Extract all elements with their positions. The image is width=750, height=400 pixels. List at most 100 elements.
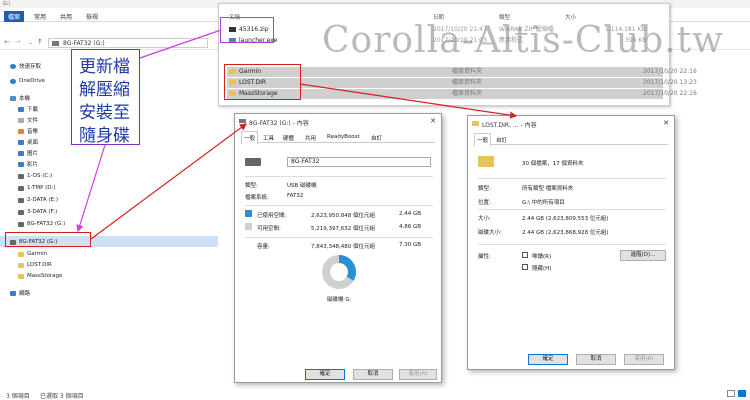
nav-item-drive-e[interactable]: 2-DATA (E:) xyxy=(18,197,58,203)
divider xyxy=(245,205,433,206)
used-space-bytes: 2,623,950,848 個位元組 xyxy=(311,213,375,219)
nav-item-pictures[interactable]: 圖片 xyxy=(18,149,38,157)
usage-donut-chart xyxy=(322,255,356,289)
tab-tools[interactable]: 工具 xyxy=(263,134,274,142)
tab-sharing[interactable]: 共用 xyxy=(305,134,316,142)
readonly-label: 唯讀(R) xyxy=(532,254,552,260)
tab-general[interactable]: 一般 xyxy=(474,133,492,146)
download-icon xyxy=(18,106,24,112)
cancel-button[interactable]: 取消 xyxy=(353,369,393,380)
free-space-swatch xyxy=(245,223,252,230)
network-icon xyxy=(10,290,16,296)
ribbon-tab-file[interactable]: 檔案 xyxy=(4,11,25,22)
tab-customize[interactable]: 自訂 xyxy=(496,136,507,144)
up-arrow-icon[interactable]: ↑ xyxy=(37,38,43,46)
drive-icon xyxy=(18,209,24,215)
drive-icon xyxy=(18,173,24,179)
divider xyxy=(478,244,666,245)
desktop-icon xyxy=(18,139,24,145)
window-path-title: G:\ xyxy=(3,1,11,7)
close-icon[interactable]: ✕ xyxy=(663,119,669,127)
tab-customize[interactable]: 自訂 xyxy=(371,134,382,142)
nav-item-drive-f[interactable]: 3-DATA (F:) xyxy=(18,209,57,215)
video-icon xyxy=(18,161,24,167)
location-value: G:\ 中的所有項目 xyxy=(522,200,565,206)
back-arrow-icon[interactable]: ← xyxy=(4,38,10,46)
highlight-box-usb-drive xyxy=(5,232,91,247)
usb-drive-icon xyxy=(239,119,246,123)
annotation-line: 解壓縮 xyxy=(79,80,130,100)
annotation-note: 更新檔 解壓縮 安裝至 隨身碟 xyxy=(71,49,140,146)
used-space-label: 已使用空間: xyxy=(257,213,287,219)
nav-item-desktop[interactable]: 桌面 xyxy=(18,138,38,146)
address-path: 8G-FAT32 (G:) xyxy=(63,40,105,47)
drive-icon xyxy=(18,197,24,203)
nav-item-music[interactable]: 音樂 xyxy=(18,127,38,135)
tab-general[interactable]: 一般 xyxy=(241,131,259,144)
highlight-box-zip-files xyxy=(220,17,274,43)
hidden-checkbox[interactable] xyxy=(522,264,528,270)
nav-item-network[interactable]: 網路 xyxy=(10,289,30,297)
nav-item-garmin[interactable]: Garmin xyxy=(18,251,47,257)
drive-name-input[interactable]: 8G-FAT32 xyxy=(287,157,431,167)
dialog-tabs: 一般 自訂 xyxy=(474,133,668,146)
nav-item-downloads[interactable]: 下載 xyxy=(18,105,38,113)
drive-letter-label: 磁碟機 G: xyxy=(327,297,352,303)
close-icon[interactable]: ✕ xyxy=(430,117,436,125)
folder-properties-dialog: LOST.DIR, ... - 內容 ✕ 一般 自訂 30 個檔案，17 個資料… xyxy=(467,115,675,370)
type-label: 類型: xyxy=(245,183,258,189)
status-item-count: 3 個項目 xyxy=(6,393,30,400)
chevron-down-icon[interactable]: ⌄ xyxy=(28,39,33,46)
capacity-gb: 7.30 GB xyxy=(399,242,422,248)
details-view-icon[interactable] xyxy=(727,390,735,397)
star-icon xyxy=(10,63,16,69)
type-value: USB 磁碟機 xyxy=(287,183,317,189)
filesystem-value: FAT32 xyxy=(287,193,304,199)
apply-button[interactable]: 套用(A) xyxy=(399,369,437,380)
capacity-bytes: 7,843,348,480 個位元組 xyxy=(311,244,375,250)
divider xyxy=(478,178,666,179)
dialog-tabs: 一般 工具 硬體 共用 ReadyBoost 自訂 xyxy=(241,131,435,144)
size-label: 大小: xyxy=(478,216,491,222)
nav-item-onedrive[interactable]: OneDrive xyxy=(10,78,45,84)
readonly-checkbox[interactable] xyxy=(522,252,528,258)
nav-item-drive-c[interactable]: 1-OS (C:) xyxy=(18,173,52,179)
free-space-label: 可用空間: xyxy=(257,226,281,232)
forward-arrow-icon[interactable]: → xyxy=(15,38,21,46)
hidden-label: 隱藏(H) xyxy=(532,266,552,272)
nav-item-quick-access[interactable]: 快速存取 xyxy=(10,62,41,70)
nav-item-videos[interactable]: 影片 xyxy=(18,160,38,168)
free-space-gb: 4.86 GB xyxy=(399,224,422,230)
type-label: 類型: xyxy=(478,186,491,192)
nav-item-massstorage[interactable]: MassStorage xyxy=(18,273,62,279)
tiles-view-icon[interactable] xyxy=(738,390,746,397)
advanced-button[interactable]: 進階(D)... xyxy=(620,250,666,261)
ribbon-tab-share[interactable]: 共用 xyxy=(60,12,72,21)
folder-icon xyxy=(18,251,24,257)
ok-button[interactable]: 確定 xyxy=(528,354,568,365)
tab-readyboost[interactable]: ReadyBoost xyxy=(327,134,360,140)
document-icon xyxy=(18,117,24,123)
drive-large-icon xyxy=(245,158,261,166)
cloud-icon xyxy=(10,78,16,84)
dialog-title: 8G-FAT32 (G:) - 內容 xyxy=(249,120,309,127)
ribbon-tab-home[interactable]: 常用 xyxy=(34,12,46,21)
address-input[interactable]: 8G-FAT32 (G:) xyxy=(48,38,208,48)
folder-icon xyxy=(18,273,24,279)
apply-button[interactable]: 套用(A) xyxy=(624,354,664,365)
nav-item-this-pc[interactable]: 本機 xyxy=(10,94,30,102)
annotation-line: 安裝至 xyxy=(79,103,130,123)
highlight-box-extracted-folders xyxy=(224,64,301,100)
nav-item-drive-g[interactable]: 8G-FAT32 (G:) xyxy=(18,221,65,227)
drive-icon xyxy=(18,185,24,191)
usb-drive-icon xyxy=(18,221,24,227)
ribbon-tab-view[interactable]: 檢視 xyxy=(86,12,98,21)
nav-item-drive-d[interactable]: 1-TMP (D:) xyxy=(18,185,56,191)
divider xyxy=(478,209,666,210)
nav-item-documents[interactable]: 文件 xyxy=(18,116,38,124)
cancel-button[interactable]: 取消 xyxy=(576,354,616,365)
nav-item-lost-dir[interactable]: LOST.DIR xyxy=(18,262,52,268)
tab-hardware[interactable]: 硬體 xyxy=(283,134,294,142)
disk-size-label: 磁碟大小: xyxy=(478,230,502,236)
ok-button[interactable]: 確定 xyxy=(305,369,345,380)
